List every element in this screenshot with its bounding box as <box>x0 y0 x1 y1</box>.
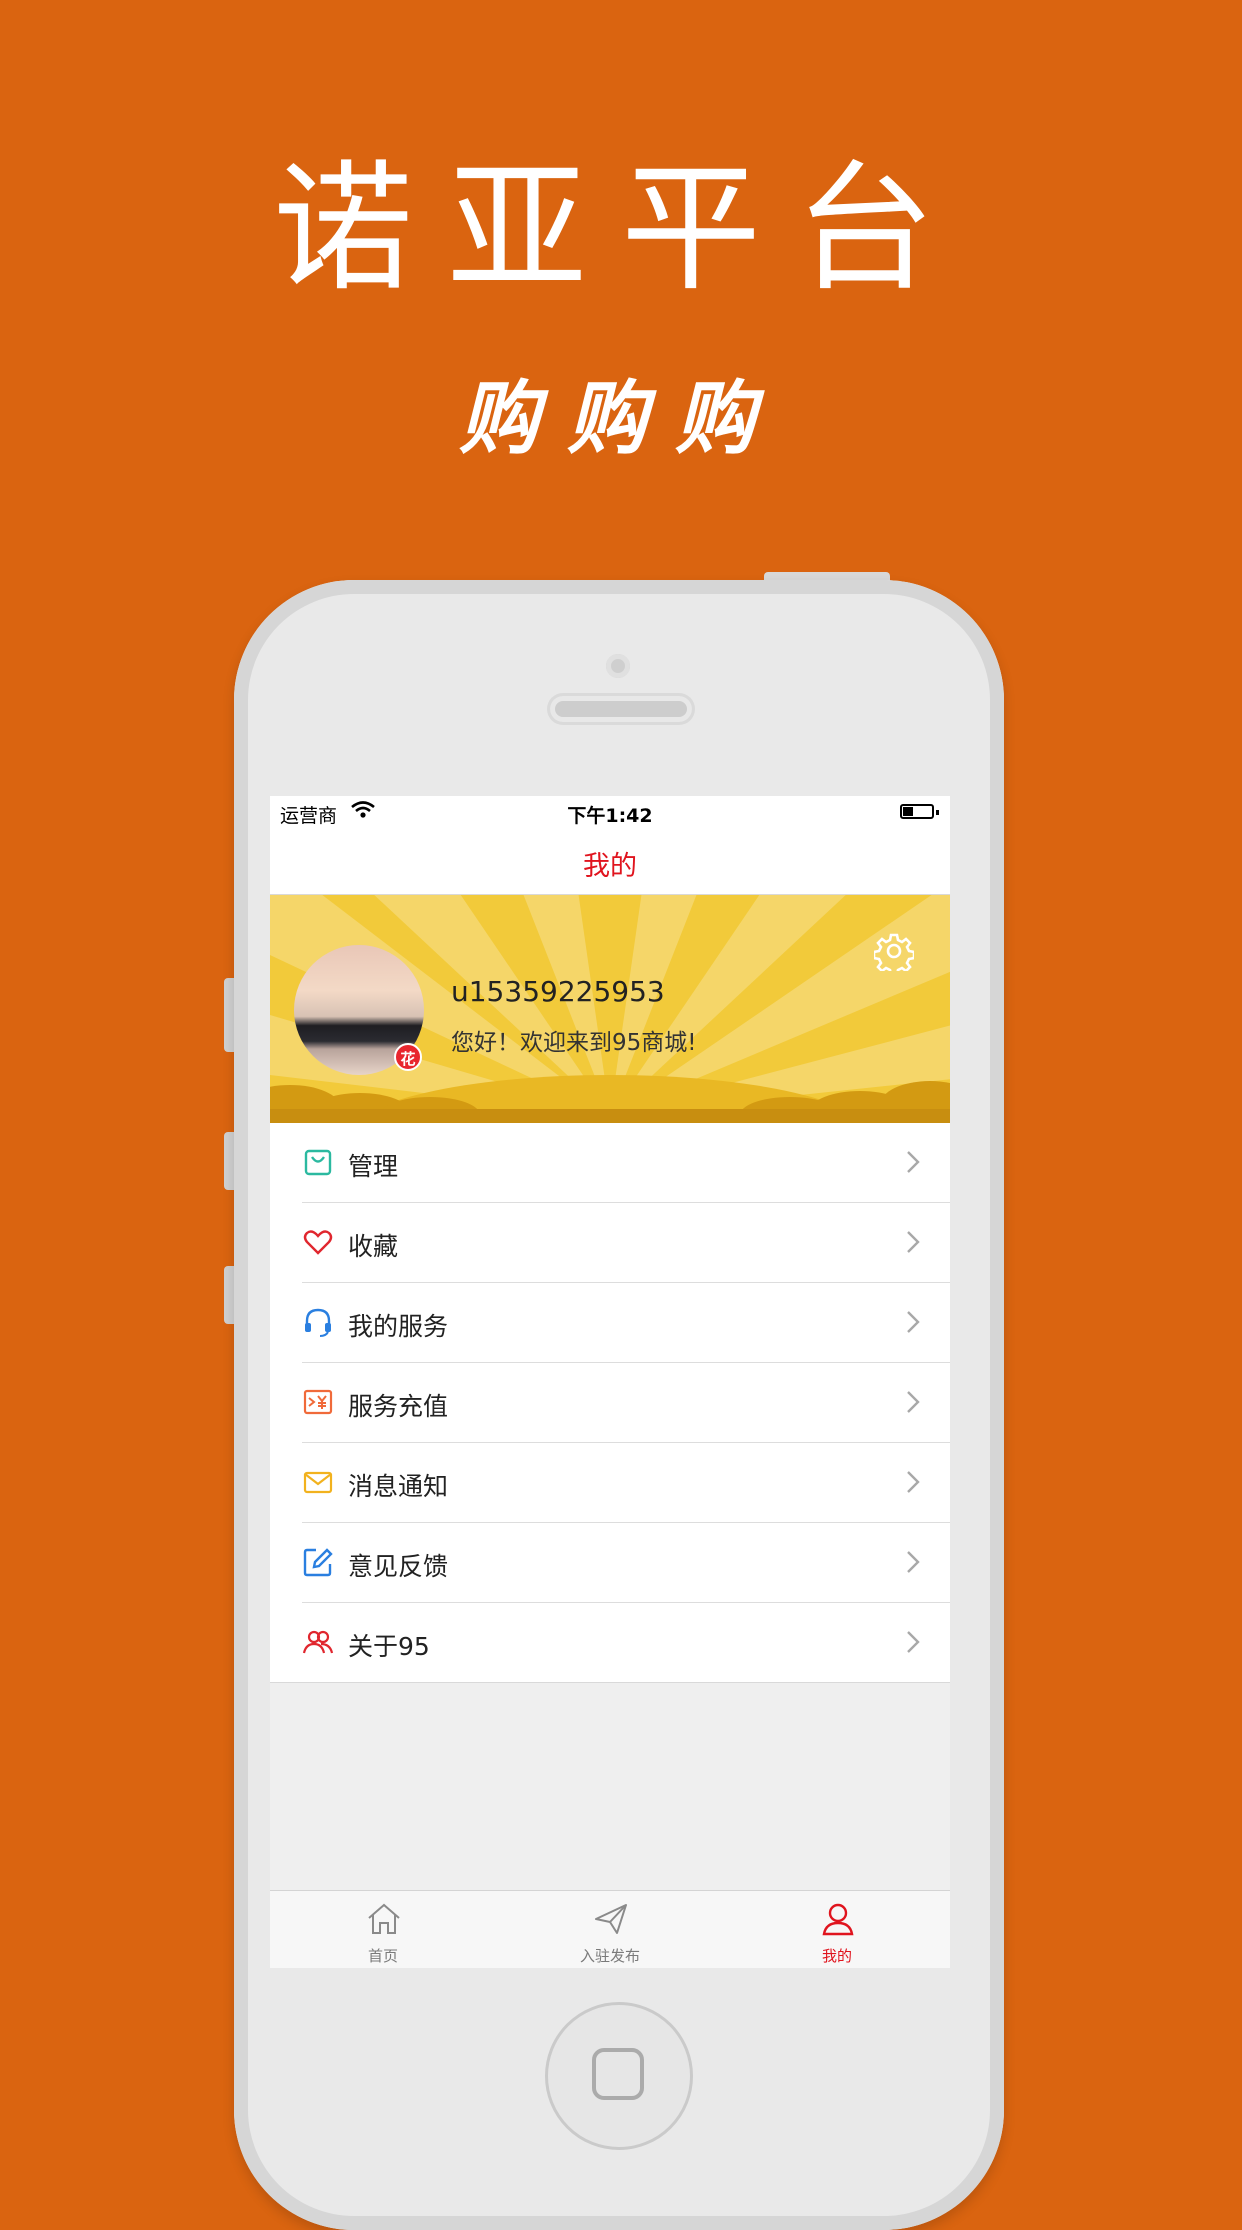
menu-item-manage[interactable]: 管理 <box>302 1123 950 1203</box>
headset-icon <box>305 1308 331 1337</box>
promo-headline: 诺亚平台 <box>272 148 969 311</box>
avatar-badge: 花 <box>394 1043 422 1071</box>
front-camera <box>606 654 630 678</box>
edit-icon <box>303 1548 333 1577</box>
menu-item-favorites[interactable]: 收藏 <box>302 1203 950 1283</box>
tab-label: 我的 <box>821 1947 852 1965</box>
page-title: 我的 <box>583 851 637 882</box>
battery-icon <box>900 804 939 819</box>
settings-gear-icon[interactable] <box>874 931 914 971</box>
welcome-message: 您好！欢迎来到95商城! <box>451 1030 697 1056</box>
heart-icon <box>303 1230 333 1255</box>
recharge-icon <box>303 1389 333 1415</box>
chevron-right-icon <box>907 1151 920 1173</box>
promo-subline: 购购购 <box>459 371 783 465</box>
paper-plane-icon <box>595 1904 627 1934</box>
users-icon <box>302 1630 334 1654</box>
tab-publish[interactable]: 入驻发布 <box>497 1891 723 1968</box>
chevron-right-icon <box>907 1231 920 1253</box>
nav-bar: 我的 <box>270 828 950 895</box>
menu-item-recharge[interactable]: 服务充值 <box>302 1363 950 1443</box>
menu-item-label: 收藏 <box>348 1232 399 1261</box>
earpiece-speaker <box>550 696 692 722</box>
home-icon <box>368 1903 400 1934</box>
menu-item-label: 我的服务 <box>348 1312 449 1341</box>
menu-item-about[interactable]: 关于95 <box>302 1603 950 1682</box>
menu-item-label: 消息通知 <box>348 1472 449 1501</box>
menu-list: 管理 收藏 我的服务 服务充值 消息通知 意见反馈 关于95 <box>270 1123 950 1683</box>
profile-banner: 花 u15359225953 您好！欢迎来到95商城! <box>270 895 950 1123</box>
shopping-bag-icon <box>304 1149 332 1176</box>
home-square-icon <box>592 2048 644 2100</box>
username: u15359225953 <box>451 975 665 1008</box>
menu-item-feedback[interactable]: 意见反馈 <box>302 1523 950 1603</box>
tab-mine[interactable]: 我的 <box>724 1891 950 1968</box>
status-time: 下午1:42 <box>567 805 653 827</box>
tab-home[interactable]: 首页 <box>270 1891 496 1968</box>
tab-label: 入驻发布 <box>579 1947 640 1965</box>
tab-bar: 首页 入驻发布 我的 <box>270 1890 950 1968</box>
chevron-right-icon <box>907 1471 920 1493</box>
menu-item-label: 意见反馈 <box>348 1552 449 1581</box>
chevron-right-icon <box>907 1551 920 1573</box>
user-icon <box>822 1903 854 1936</box>
chevron-right-icon <box>907 1631 920 1653</box>
app-screen: 运营商 下午1:42 我的 花 u15359225953 您好！欢迎来到95商城… <box>270 796 950 1968</box>
menu-item-label: 服务充值 <box>348 1392 449 1421</box>
chevron-right-icon <box>907 1391 920 1413</box>
tab-label: 首页 <box>367 1947 398 1965</box>
chevron-right-icon <box>907 1311 920 1333</box>
envelope-icon <box>303 1471 333 1494</box>
status-bar: 运营商 下午1:42 <box>270 796 950 828</box>
menu-item-my-services[interactable]: 我的服务 <box>302 1283 950 1363</box>
menu-item-label: 管理 <box>348 1152 399 1181</box>
menu-item-notifications[interactable]: 消息通知 <box>302 1443 950 1523</box>
menu-item-label: 关于95 <box>348 1632 430 1661</box>
